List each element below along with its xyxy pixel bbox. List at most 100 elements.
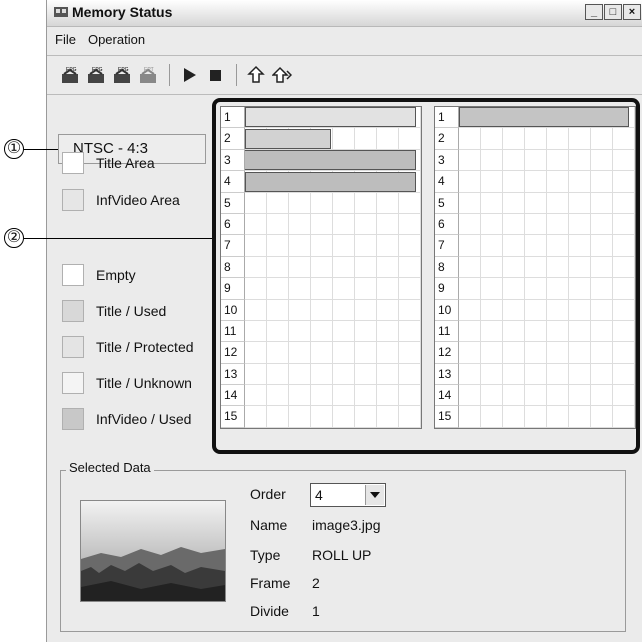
grid-cell[interactable] (377, 342, 399, 364)
grid-cell[interactable] (547, 213, 569, 236)
grid-cell[interactable] (547, 320, 569, 343)
grid-cell[interactable] (267, 385, 289, 407)
grid-row[interactable]: 4 (435, 171, 635, 193)
grid-row[interactable]: 11 (435, 320, 635, 343)
grid-cell[interactable] (613, 171, 635, 193)
grid-cell[interactable] (525, 256, 547, 279)
grid-cell[interactable] (481, 171, 503, 193)
grid-cell[interactable] (399, 192, 421, 214)
grid-cell[interactable] (399, 299, 421, 321)
grid-row[interactable]: 2 (435, 128, 635, 150)
grid-cell[interactable] (481, 406, 503, 428)
grid-row[interactable]: 9 (435, 278, 635, 300)
grid-cell[interactable] (525, 363, 547, 386)
grid-cell[interactable] (333, 213, 355, 236)
grid-cell[interactable] (613, 363, 635, 386)
grid-cell[interactable] (525, 235, 547, 257)
grid-cell[interactable] (547, 385, 569, 407)
grid-cell[interactable] (569, 320, 591, 343)
grid-cell[interactable] (547, 342, 569, 364)
grid-cell[interactable] (591, 171, 613, 193)
grid-cell[interactable] (289, 192, 311, 214)
grid-cell[interactable] (267, 363, 289, 386)
grid-cell[interactable] (525, 278, 547, 300)
grid-cell[interactable] (399, 320, 421, 343)
grid-cell[interactable] (481, 385, 503, 407)
grid-cell[interactable] (289, 213, 311, 236)
grid-cell[interactable] (525, 213, 547, 236)
grid-cell[interactable] (399, 128, 421, 150)
grid-cell[interactable] (289, 299, 311, 321)
grid-cell[interactable] (311, 385, 333, 407)
grid-cell[interactable] (399, 278, 421, 300)
memory-block[interactable] (245, 150, 416, 170)
grid-cell[interactable] (481, 342, 503, 364)
grid-cell[interactable] (591, 320, 613, 343)
grid-row[interactable]: 12 (435, 342, 635, 364)
minimize-button[interactable]: _ (585, 4, 603, 20)
grid-cell[interactable] (503, 149, 525, 172)
epg-read-1-icon[interactable]: EPG (59, 64, 81, 86)
grid-cell[interactable] (289, 278, 311, 300)
grid-row[interactable]: 7 (435, 235, 635, 257)
grid-cell[interactable] (481, 192, 503, 214)
menu-file[interactable]: File (55, 32, 76, 47)
grid-cell[interactable] (613, 128, 635, 150)
grid-row[interactable]: 6 (435, 213, 635, 236)
grid-cell[interactable] (399, 385, 421, 407)
grid-cell[interactable] (459, 320, 481, 343)
grid-cell[interactable] (245, 235, 267, 257)
epg-read-2-icon[interactable]: EPG (85, 64, 107, 86)
grid-cell[interactable] (355, 363, 377, 386)
grid-cell[interactable] (503, 385, 525, 407)
grid-cell[interactable] (503, 342, 525, 364)
grid-cell[interactable] (311, 256, 333, 279)
grid-cell[interactable] (459, 256, 481, 279)
menu-operation[interactable]: Operation (88, 32, 145, 47)
grid-cell[interactable] (333, 342, 355, 364)
grid-cell[interactable] (547, 406, 569, 428)
grid-cell[interactable] (355, 278, 377, 300)
grid-cell[interactable] (613, 299, 635, 321)
grid-cell[interactable] (569, 256, 591, 279)
grid-cell[interactable] (459, 363, 481, 386)
grid-cell[interactable] (399, 235, 421, 257)
grid-cell[interactable] (267, 192, 289, 214)
grid-cell[interactable] (399, 406, 421, 428)
grid-cell[interactable] (459, 299, 481, 321)
grid-cell[interactable] (613, 235, 635, 257)
grid-cell[interactable] (569, 278, 591, 300)
grid-cell[interactable] (525, 171, 547, 193)
grid-cell[interactable] (613, 213, 635, 236)
grid-row[interactable]: 15 (221, 406, 421, 428)
grid-cell[interactable] (569, 128, 591, 150)
grid-cell[interactable] (377, 363, 399, 386)
grid-cell[interactable] (525, 128, 547, 150)
grid-row[interactable]: 13 (221, 363, 421, 386)
grid-cell[interactable] (613, 320, 635, 343)
grid-cell[interactable] (547, 192, 569, 214)
grid-cell[interactable] (289, 256, 311, 279)
grid-cell[interactable] (355, 320, 377, 343)
grid-cell[interactable] (333, 406, 355, 428)
grid-cell[interactable] (267, 342, 289, 364)
grid-cell[interactable] (525, 342, 547, 364)
grid-cell[interactable] (289, 406, 311, 428)
grid-row[interactable]: 15 (435, 406, 635, 428)
grid-cell[interactable] (459, 406, 481, 428)
memory-block[interactable] (245, 172, 416, 192)
grid-cell[interactable] (569, 385, 591, 407)
grid-cell[interactable] (525, 149, 547, 172)
grid-cell[interactable] (377, 256, 399, 279)
close-button[interactable]: × (623, 4, 641, 20)
grid-cell[interactable] (569, 406, 591, 428)
grid-cell[interactable] (333, 320, 355, 343)
grid-cell[interactable] (459, 149, 481, 172)
grid-cell[interactable] (333, 256, 355, 279)
grid-cell[interactable] (525, 406, 547, 428)
grid-cell[interactable] (245, 299, 267, 321)
grid-cell[interactable] (333, 299, 355, 321)
grid-row[interactable]: 14 (435, 385, 635, 407)
grid-cell[interactable] (355, 406, 377, 428)
grid-cell[interactable] (613, 342, 635, 364)
